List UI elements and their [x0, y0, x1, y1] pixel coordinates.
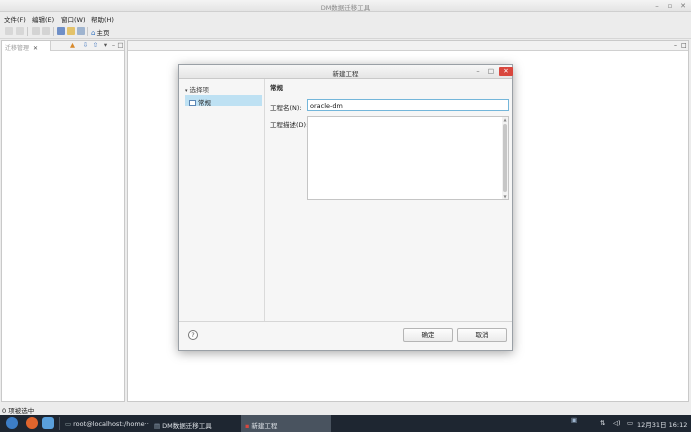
toolbar-separator [27, 27, 28, 36]
clipboard-icon[interactable] [77, 27, 85, 35]
home-icon: ⌂ [91, 29, 96, 37]
desktop-icon[interactable]: ▣ [571, 416, 577, 424]
taskbar-separator [59, 417, 60, 430]
close-icon[interactable]: ✕ [678, 1, 688, 11]
minimize-view-icon[interactable]: – [110, 42, 117, 49]
nav-header[interactable]: ▾ 选择项 [185, 84, 209, 94]
new-project-dialog: 新建工程 – □ ✕ ▾ 选择项 常规 常规 工程名(N): oracle-dm … [178, 64, 513, 351]
menu-help[interactable]: 帮助(H) [91, 14, 114, 24]
tab-label: 迁移管理 [5, 45, 30, 52]
window-title: DM数据迁移工具 [320, 4, 371, 12]
section-title: 常规 [270, 84, 283, 92]
view-tabbar: 迁移管理 ✕ ▲ ⇩ ⇧ ▾ – □ [2, 41, 124, 52]
close-tab-icon[interactable]: ✕ [33, 45, 38, 52]
taskbar-item-dm-tool[interactable]: ▤ DM数据迁移工具 [150, 415, 240, 432]
scroll-down-icon[interactable]: ▼ [502, 194, 508, 199]
project-name-input[interactable]: oracle-dm [307, 99, 509, 111]
tab-migration-manager[interactable]: 迁移管理 ✕ [2, 41, 51, 52]
nav-header-label: 选择项 [189, 86, 210, 94]
browser-icon[interactable] [26, 417, 38, 429]
toolbar-separator [87, 27, 88, 36]
menu-edit[interactable]: 编辑(E) [32, 14, 54, 24]
toolbar-separator [53, 27, 54, 36]
start-menu-icon[interactable] [6, 417, 18, 429]
project-desc-label: 工程描述(D): [270, 121, 309, 129]
home-label: 主页 [96, 29, 110, 37]
dialog-minimize-icon[interactable]: – [473, 67, 483, 76]
display-icon[interactable]: ▭ [627, 419, 633, 427]
window-titlebar: DM数据迁移工具 – ▫ ✕ [0, 0, 691, 12]
taskbar: ▭ root@localhost:/home··· ▤ DM数据迁移工具 ▪ 新建工程… [0, 415, 691, 432]
minimize-editor-icon[interactable]: – [674, 42, 677, 49]
terminal-icon: ▭ [65, 420, 72, 428]
editor-tabbar: – □ [128, 41, 688, 51]
save-all-icon[interactable] [16, 27, 24, 35]
page-icon [189, 100, 196, 106]
undo-icon[interactable] [32, 27, 40, 35]
status-bar: 0 项被选中 [0, 403, 691, 415]
taskbar-item-label: DM数据迁移工具 [162, 422, 212, 430]
dialog-icon: ▪ [245, 422, 250, 430]
import-icon[interactable]: ⇩ [82, 42, 89, 49]
menu-file[interactable]: 文件(F) [4, 14, 26, 24]
dialog-form: 常规 工程名(N): oracle-dm 工程描述(D): ▲ ▼ [265, 79, 512, 321]
maximize-editor-icon[interactable]: □ [681, 42, 687, 49]
maximize-icon[interactable]: ▫ [665, 1, 675, 11]
file-manager-icon[interactable] [42, 417, 54, 429]
collapse-icon: ▾ [185, 88, 188, 94]
dialog-maximize-icon[interactable]: □ [486, 67, 496, 76]
taskbar-item-new-project[interactable]: ▪ 新建工程 [241, 415, 331, 432]
open-folder-icon[interactable] [67, 27, 75, 35]
ok-button[interactable]: 确定 [403, 328, 453, 342]
main-toolbar: ⌂主页 [0, 24, 691, 39]
project-name-label: 工程名(N): [270, 104, 302, 112]
taskbar-item-terminal[interactable]: ▭ root@localhost:/home··· [61, 415, 149, 432]
clock[interactable]: 12月31日 16:12 [637, 419, 687, 429]
menu-bar: 文件(F) 编辑(E) 窗口(W) 帮助(H) [0, 12, 691, 24]
app-icon: ▤ [154, 422, 161, 430]
dialog-title: 新建工程 [332, 70, 359, 78]
status-text: 0 项被选中 [2, 407, 35, 415]
scroll-thumb[interactable] [503, 124, 507, 192]
network-icon[interactable]: ⇅ [600, 419, 605, 427]
help-icon[interactable]: ? [188, 330, 198, 340]
menu-window[interactable]: 窗口(W) [61, 14, 86, 24]
volume-icon[interactable]: ◁) [613, 419, 621, 427]
taskbar-item-label: 新建工程 [251, 422, 278, 430]
save-icon[interactable] [5, 27, 13, 35]
nav-item-label: 常规 [198, 99, 211, 107]
redo-icon[interactable] [42, 27, 50, 35]
view-menu-icon[interactable]: ▾ [102, 42, 109, 49]
dialog-footer-divider [179, 321, 512, 322]
minimize-icon[interactable]: – [652, 1, 662, 11]
new-project-icon[interactable] [57, 27, 65, 35]
dialog-close-icon[interactable]: ✕ [499, 67, 513, 76]
nav-item-general[interactable]: 常规 [185, 95, 262, 107]
dialog-nav: ▾ 选择项 常规 [182, 81, 263, 321]
migration-manager-view: 迁移管理 ✕ ▲ ⇩ ⇧ ▾ – □ [1, 40, 125, 402]
cancel-button[interactable]: 取消 [457, 328, 507, 342]
dialog-titlebar: 新建工程 – □ ✕ [179, 65, 513, 79]
export-icon[interactable]: ⇧ [92, 42, 99, 49]
taskbar-item-label: root@localhost:/home··· [73, 420, 149, 428]
desc-scrollbar[interactable]: ▲ ▼ [502, 117, 508, 199]
connect-icon[interactable]: ▲ [69, 42, 76, 49]
maximize-view-icon[interactable]: □ [117, 42, 124, 49]
project-desc-textarea[interactable]: ▲ ▼ [307, 116, 509, 200]
home-button[interactable]: ⌂主页 [91, 27, 109, 37]
scroll-up-icon[interactable]: ▲ [502, 117, 508, 122]
